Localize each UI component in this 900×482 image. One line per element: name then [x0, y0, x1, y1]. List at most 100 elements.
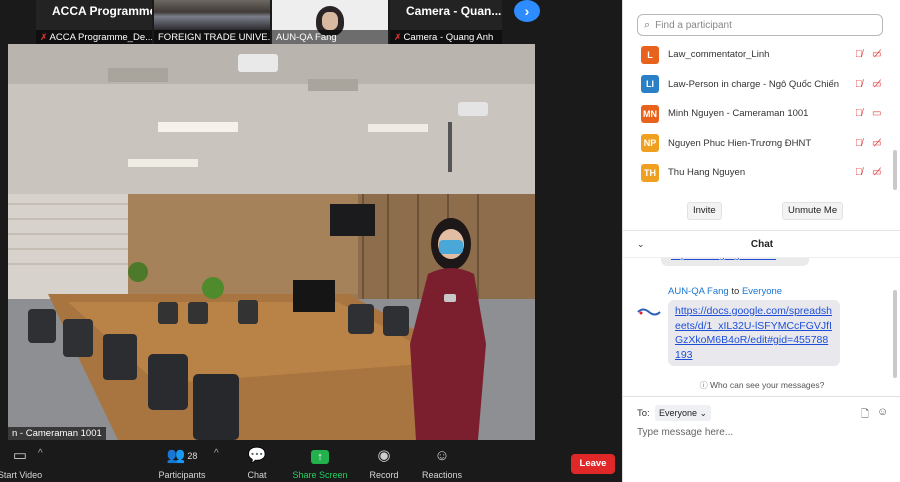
thumbnail-aun-qa[interactable]: AUN-QA Fang — [272, 0, 388, 44]
recipient-select-value: Everyone — [659, 408, 698, 418]
video-area: ACCA Programme_D... ✗ ACCA Programme_De.… — [0, 0, 622, 482]
participant-name: Law_commentator_Linh — [668, 49, 770, 61]
avatar: LI — [641, 75, 659, 94]
thumbnail-title: ACCA Programme_D... — [52, 4, 152, 18]
chat-title: Chat — [750, 239, 774, 250]
share-screen-icon: ↑ — [292, 446, 348, 466]
leave-button[interactable]: Leave — [571, 454, 615, 474]
chat-messages: https://docs.google.com/... AUN-QA Fang … — [623, 258, 900, 378]
message-sender-line: AUN-QA Fang to Everyone — [668, 286, 782, 297]
file-icon[interactable]: 🗋 — [861, 407, 869, 424]
participant-row[interactable]: L Law_commentator_Linh 🎙̸ ▭̸ — [623, 40, 893, 70]
participant-name: Thu Hang Nguyen — [668, 167, 746, 179]
thumbnail-name: ACCA Programme_De... — [49, 31, 152, 43]
invite-button[interactable]: Invite — [687, 202, 722, 220]
mic-muted-icon: 🎙̸ — [855, 78, 863, 90]
avatar: L — [641, 45, 659, 64]
video-off-icon: ▭̸ — [872, 78, 882, 90]
video-off-icon: ▭̸ — [872, 167, 882, 179]
search-icon: ⌕ — [644, 18, 651, 31]
participant-search[interactable]: ⌕ — [637, 14, 883, 36]
mic-muted-icon: 🎙̸ — [855, 137, 863, 149]
video-on-icon: ▭ — [872, 108, 882, 120]
mic-muted-icon: 🎙̸ — [855, 49, 863, 61]
participant-name: Minh Nguyen - Cameraman 1001 — [668, 108, 809, 120]
active-speaker-label: n - Cameraman 1001 — [8, 427, 106, 440]
participants-label: Participants — [158, 470, 206, 480]
zoom-window: ACCA Programme_D... ✗ ACCA Programme_De.… — [0, 0, 900, 482]
thumbnail-label: AUN-QA Fang — [272, 30, 388, 44]
message-visibility-note[interactable]: ⓘ Who can see your messages? — [623, 380, 900, 391]
participants-count: 28 — [187, 451, 198, 461]
conference-room-scene — [8, 44, 535, 440]
reactions-label: Reactions — [421, 470, 463, 480]
mic-muted-icon: ✗ — [40, 31, 48, 42]
thumbnail-label: ✗ Camera - Quang Anh — [390, 30, 502, 44]
visibility-note-text: Who can see your messages? — [710, 380, 825, 390]
active-speaker-video — [8, 44, 535, 440]
participant-row[interactable]: LI Law-Person in charge - Ngô Quốc Chiến… — [623, 70, 893, 100]
thumbnail-name: AUN-QA Fang — [276, 31, 337, 43]
info-icon: ⓘ — [699, 381, 708, 390]
sender-logo-icon — [637, 308, 661, 316]
avatar: NP — [641, 134, 659, 153]
video-feed — [154, 0, 270, 30]
next-thumbnails-button[interactable]: › — [514, 0, 540, 22]
participant-search-input[interactable] — [655, 19, 866, 31]
participant-name: Nguyen Phuc Hien-Trương ĐHNT — [668, 137, 812, 149]
meeting-toolbar: ▭ Start Video ^ 👥 28 Participants ^ 💬 Cha… — [0, 444, 622, 482]
avatar: MN — [641, 104, 659, 123]
participant-row[interactable]: NP Nguyen Phuc Hien-Trương ĐHNT 🎙̸ ▭̸ — [623, 129, 893, 159]
thumbnail-label: ✗ ACCA Programme_De... — [36, 30, 152, 44]
mic-muted-icon: 🎙̸ — [855, 167, 863, 179]
thumbnail-name: Camera - Quang Anh — [403, 31, 494, 43]
participant-row[interactable]: TH Thu Hang Nguyen 🎙̸ ▭̸ — [623, 158, 893, 188]
participant-name: Law-Person in charge - Ngô Quốc Chiến — [668, 78, 840, 90]
thumbnail-ftu[interactable]: FOREIGN TRADE UNIVE... — [154, 0, 270, 44]
recipient-select[interactable]: Everyone ⌄ — [655, 405, 712, 421]
chat-bubble-icon: 💬 — [247, 447, 267, 464]
thumbnail-acca[interactable]: ACCA Programme_D... ✗ ACCA Programme_De.… — [36, 0, 152, 44]
participants-button[interactable]: 👥 28 Participants — [152, 446, 212, 480]
share-screen-label: Share Screen — [292, 470, 348, 480]
thumbnail-strip: ACCA Programme_D... ✗ ACCA Programme_De.… — [36, 0, 502, 44]
share-screen-button[interactable]: ↑ Share Screen — [292, 446, 348, 480]
participant-row[interactable]: MN Minh Nguyen - Cameraman 1001 🎙̸ ▭ — [623, 99, 893, 129]
chat-header: ⌄ Chat — [623, 230, 900, 258]
side-panel: ⌕ L Law_commentator_Linh 🎙̸ ▭̸ LI Law-Pe… — [622, 0, 900, 482]
chat-label: Chat — [247, 470, 267, 480]
to-label: To: — [637, 408, 650, 419]
smiley-icon: ☺ — [434, 447, 450, 464]
person-face — [322, 12, 338, 30]
video-options-caret[interactable]: ^ — [38, 448, 43, 482]
avatar: TH — [641, 163, 659, 182]
thumbnail-label: FOREIGN TRADE UNIVE... — [154, 30, 270, 44]
message-recipient: Everyone — [741, 286, 783, 297]
message-sender: AUN-QA Fang — [668, 286, 729, 297]
chat-scrollbar[interactable] — [893, 290, 897, 378]
record-button[interactable]: ◉ Record — [364, 446, 404, 480]
video-feed — [272, 0, 388, 36]
participant-list: L Law_commentator_Linh 🎙̸ ▭̸ LI Law-Pers… — [623, 40, 893, 188]
participants-icon: 👥 28 — [166, 447, 198, 464]
chat-compose: To: Everyone ⌄ 🗋 ☺ — [623, 396, 900, 482]
chat-button[interactable]: 💬 Chat — [241, 446, 273, 480]
message-to-word: to — [731, 286, 740, 297]
thumbnail-name: FOREIGN TRADE UNIVE... — [158, 31, 270, 43]
unmute-me-button[interactable]: Unmute Me — [782, 202, 844, 220]
record-label: Record — [369, 470, 399, 480]
participants-options-caret[interactable]: ^ — [214, 448, 219, 482]
message-bubble[interactable]: https://docs.google.com/spreadsheets/d/1… — [668, 300, 840, 366]
thumbnail-camera[interactable]: Camera - Quan... ✗ Camera - Quang Anh — [390, 0, 502, 44]
video-off-icon: ▭̸ — [872, 49, 882, 61]
mic-muted-icon: 🎙̸ — [855, 108, 863, 120]
emoji-icon[interactable]: ☺ — [877, 406, 888, 418]
thumbnail-title: Camera - Quan... — [406, 4, 502, 18]
record-icon: ◉ — [377, 447, 391, 464]
chevron-down-icon: ⌄ — [699, 408, 708, 418]
previous-message-bubble[interactable]: https://docs.google.com/... — [661, 258, 809, 266]
participants-scrollbar[interactable] — [893, 150, 897, 190]
mic-muted-icon: ✗ — [394, 31, 402, 42]
message-input[interactable] — [637, 427, 887, 438]
reactions-button[interactable]: ☺ Reactions — [420, 446, 464, 480]
